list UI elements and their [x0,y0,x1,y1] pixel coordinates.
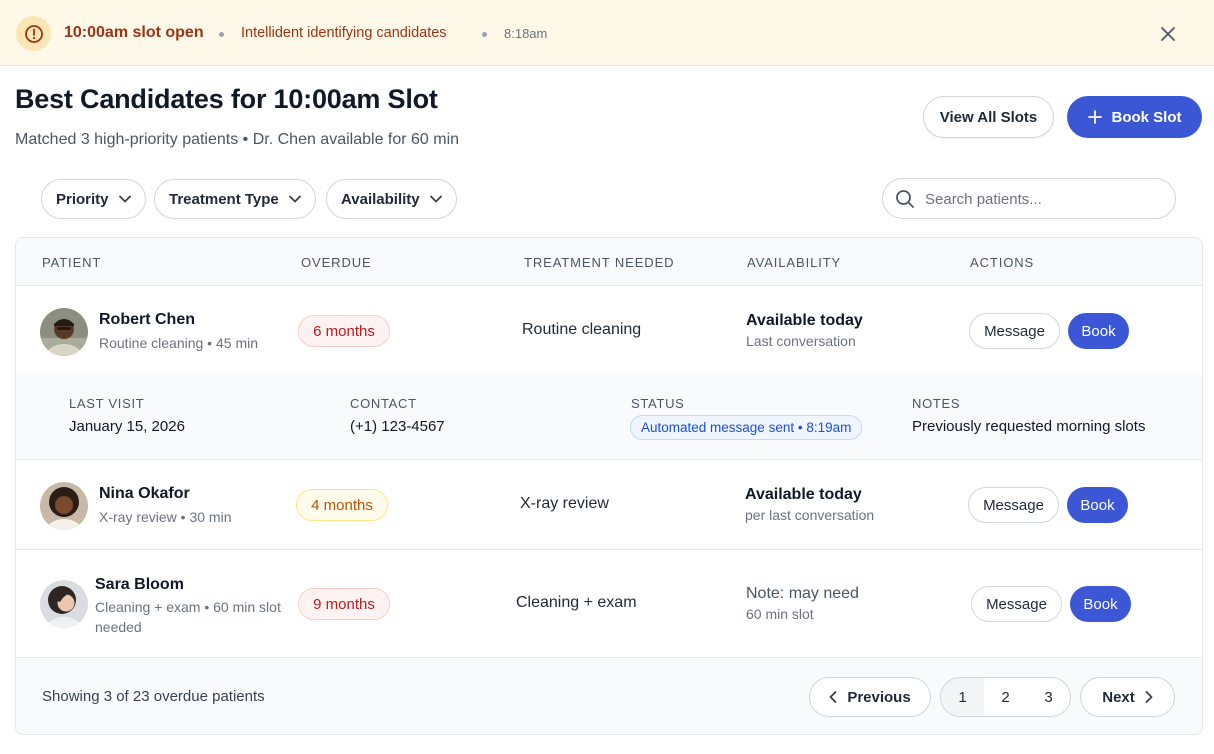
last-visit-label: LAST VISIT [69,396,145,411]
banner-subtitle: Intellident identifying candidates [241,25,447,41]
patient-meta: Routine cleaning • 45 min [99,335,258,351]
patient-meta: Cleaning + exam • 60 min slot needed [95,599,281,635]
overdue-badge: 6 months [298,315,390,347]
page-button-3[interactable]: 3 [1027,678,1070,716]
view-all-slots-button[interactable]: View All Slots [923,96,1054,138]
avatar [40,308,88,356]
availability-status: Available today [746,312,863,329]
next-page-button[interactable]: Next [1080,677,1175,717]
alert-circle-icon [16,16,51,51]
contact-label: CONTACT [350,396,417,411]
status-label: STATUS [631,396,685,411]
patient-meta: X-ray review • 30 min [99,509,232,525]
column-header-overdue: OVERDUE [301,255,372,270]
plus-icon [1087,110,1102,124]
separator-dot [219,32,224,37]
column-header-actions: ACTIONS [970,255,1035,270]
close-icon[interactable] [1155,21,1181,47]
column-header-patient: PATIENT [42,255,102,270]
search-icon [896,190,914,208]
column-header-treatment: TREATMENT NEEDED [524,255,675,270]
filter-label: Availability [341,190,420,208]
banner-time: 8:18am [504,26,548,41]
patient-name: Robert Chen [99,311,195,328]
page-numbers: 1 2 3 [940,677,1071,717]
availability-note: per last conversation [745,507,875,523]
search-box [882,178,1176,219]
book-button[interactable]: Book [1067,487,1128,523]
results-count: Showing 3 of 23 overdue patients [42,688,265,705]
filter-treatment-type[interactable]: Treatment Type [154,179,316,219]
message-button[interactable]: Message [968,487,1059,523]
previous-label: Previous [847,688,911,706]
treatment-needed: X-ray review [520,495,609,512]
book-slot-label: Book Slot [1111,108,1182,126]
filter-label: Priority [56,190,109,208]
table-row[interactable]: Robert Chen Routine cleaning • 45 min 6 … [16,286,1202,376]
book-slot-button[interactable]: Book Slot [1067,96,1202,138]
filter-priority[interactable]: Priority [41,179,146,219]
book-button[interactable]: Book [1070,586,1131,622]
table-footer: Showing 3 of 23 overdue patients Previou… [16,658,1202,734]
avatar [40,580,88,628]
patient-name: Nina Okafor [99,485,190,502]
overdue-badge: 9 months [298,588,390,620]
overdue-badge: 4 months [296,489,388,521]
notes-label: NOTES [912,396,961,411]
patient-name: Sara Bloom [95,576,184,593]
candidates-table: PATIENT OVERDUE TREATMENT NEEDED AVAILAB… [15,237,1203,735]
search-input[interactable] [925,188,1165,210]
table-row[interactable]: Sara Bloom Cleaning + exam • 60 min slot… [16,550,1202,658]
availability-status: Available today [745,486,862,503]
treatment-needed: Routine cleaning [522,321,642,338]
message-button[interactable]: Message [971,586,1062,622]
filter-label: Treatment Type [169,190,279,208]
book-button[interactable]: Book [1068,313,1129,349]
chevron-down-icon [118,195,131,203]
page-subtitle: Matched 3 high-priority patients • Dr. C… [15,131,460,148]
previous-page-button[interactable]: Previous [809,677,931,717]
notes-value: Previously requested morning slots [912,418,1146,435]
last-visit-value: January 15, 2026 [69,418,185,435]
filter-availability[interactable]: Availability [326,179,457,219]
chevron-down-icon [288,195,301,203]
treatment-needed: Cleaning + exam [516,594,637,611]
chevron-down-icon [429,195,442,203]
availability-status: Note: may need [746,585,859,602]
page-title: Best Candidates for 10:00am Slot [15,84,438,114]
separator-dot [482,32,487,37]
row-details: LAST VISIT January 15, 2026 CONTACT (+1)… [16,375,1202,460]
banner-title: 10:00am slot open [64,24,204,41]
chevron-right-icon [1145,691,1153,703]
table-row[interactable]: Nina Okafor X-ray review • 30 min 4 mont… [16,460,1202,550]
availability-note: Last conversation [746,333,856,349]
availability-note: 60 min slot [746,606,814,622]
contact-value: (+1) 123-4567 [350,418,445,435]
page-button-1[interactable]: 1 [941,678,984,716]
column-header-availability: AVAILABILITY [747,255,842,270]
avatar [40,482,88,530]
notification-banner: 10:00am slot open Intellident identifyin… [0,0,1214,66]
table-header: PATIENT OVERDUE TREATMENT NEEDED AVAILAB… [16,238,1202,286]
page-button-2[interactable]: 2 [984,678,1027,716]
message-button[interactable]: Message [969,313,1060,349]
next-label: Next [1102,688,1135,706]
chevron-left-icon [829,691,837,703]
status-badge: Automated message sent • 8:19am [630,415,863,440]
